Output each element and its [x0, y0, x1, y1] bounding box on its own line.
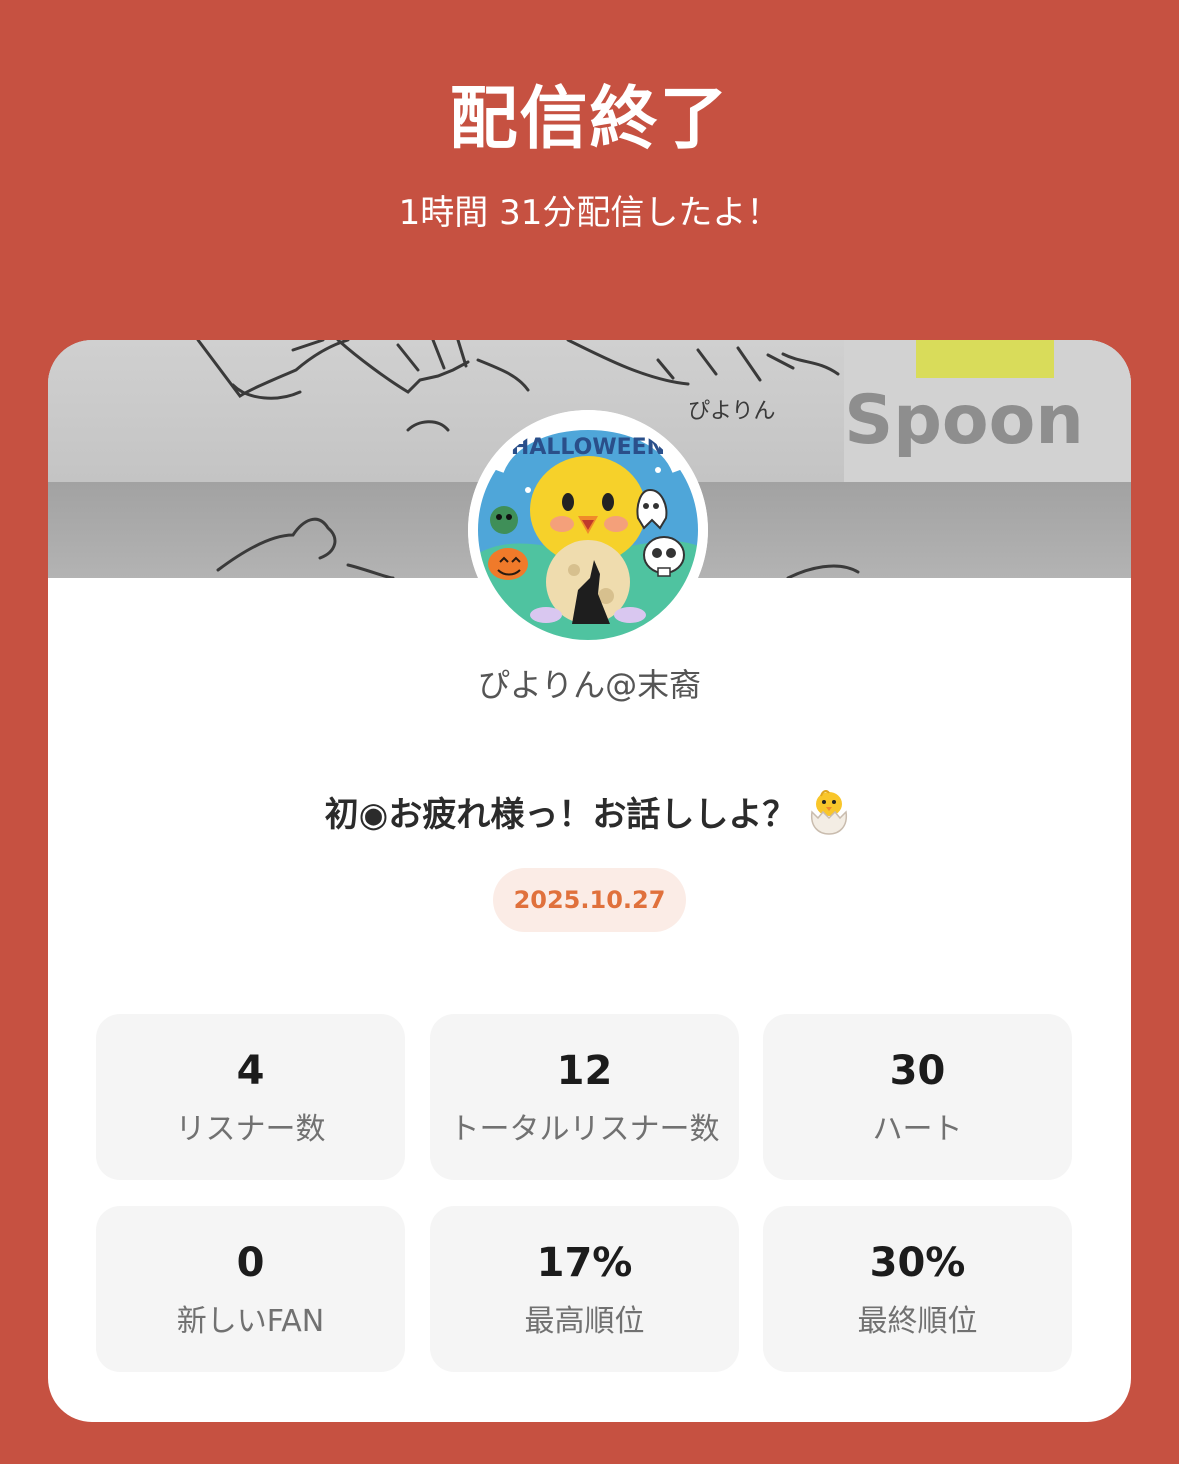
stat-label: 新しいFAN	[176, 1304, 325, 1339]
stat-value: 17%	[536, 1240, 633, 1286]
stat-hearts: 30 ハート	[763, 1014, 1072, 1180]
hatching-chick-icon	[811, 790, 848, 835]
stat-new-fans: 0 新しいFAN	[96, 1206, 405, 1372]
avatar[interactable]: HALLOWEEN	[468, 410, 708, 650]
banner-yellow-tag	[916, 340, 1054, 378]
stat-label: 最高順位	[524, 1304, 645, 1339]
stat-label: 最終順位	[857, 1304, 978, 1339]
page-title: 配信終了	[449, 80, 730, 159]
spoon-logo: Spoon	[844, 381, 1084, 460]
stream-date-badge: 2025.10.27	[493, 868, 686, 932]
stat-final-rank: 30% 最終順位	[763, 1206, 1072, 1372]
stat-label: ハート	[872, 1112, 963, 1147]
stat-value: 30	[889, 1048, 946, 1094]
stat-highest-rank: 17% 最高順位	[430, 1206, 739, 1372]
halloween-chick-avatar-icon: HALLOWEEN	[468, 410, 708, 650]
stream-title: 初◉お疲れ様っ！お話ししよ？	[48, 786, 1131, 841]
stat-value: 12	[556, 1048, 613, 1094]
stat-value: 4	[236, 1048, 265, 1094]
stat-value: 30%	[869, 1240, 966, 1286]
stream-title-text: 初◉お疲れ様っ！お話ししよ？	[324, 795, 797, 835]
stat-total-listeners: 12 トータルリスナー数	[430, 1014, 739, 1180]
stream-duration: 1時間 31分配信したよ！	[398, 193, 781, 233]
live-summary-card: ぴよりん Spoon HALLOWEEN ぴよりん@末裔 初◉お疲れ様っ！お話し…	[48, 340, 1131, 1422]
stat-value: 0	[236, 1240, 265, 1286]
stat-label: トータルリスナー数	[449, 1112, 720, 1147]
username[interactable]: ぴよりん@末裔	[48, 662, 1131, 708]
stat-label: リスナー数	[175, 1112, 326, 1147]
stat-listeners: 4 リスナー数	[96, 1014, 405, 1180]
